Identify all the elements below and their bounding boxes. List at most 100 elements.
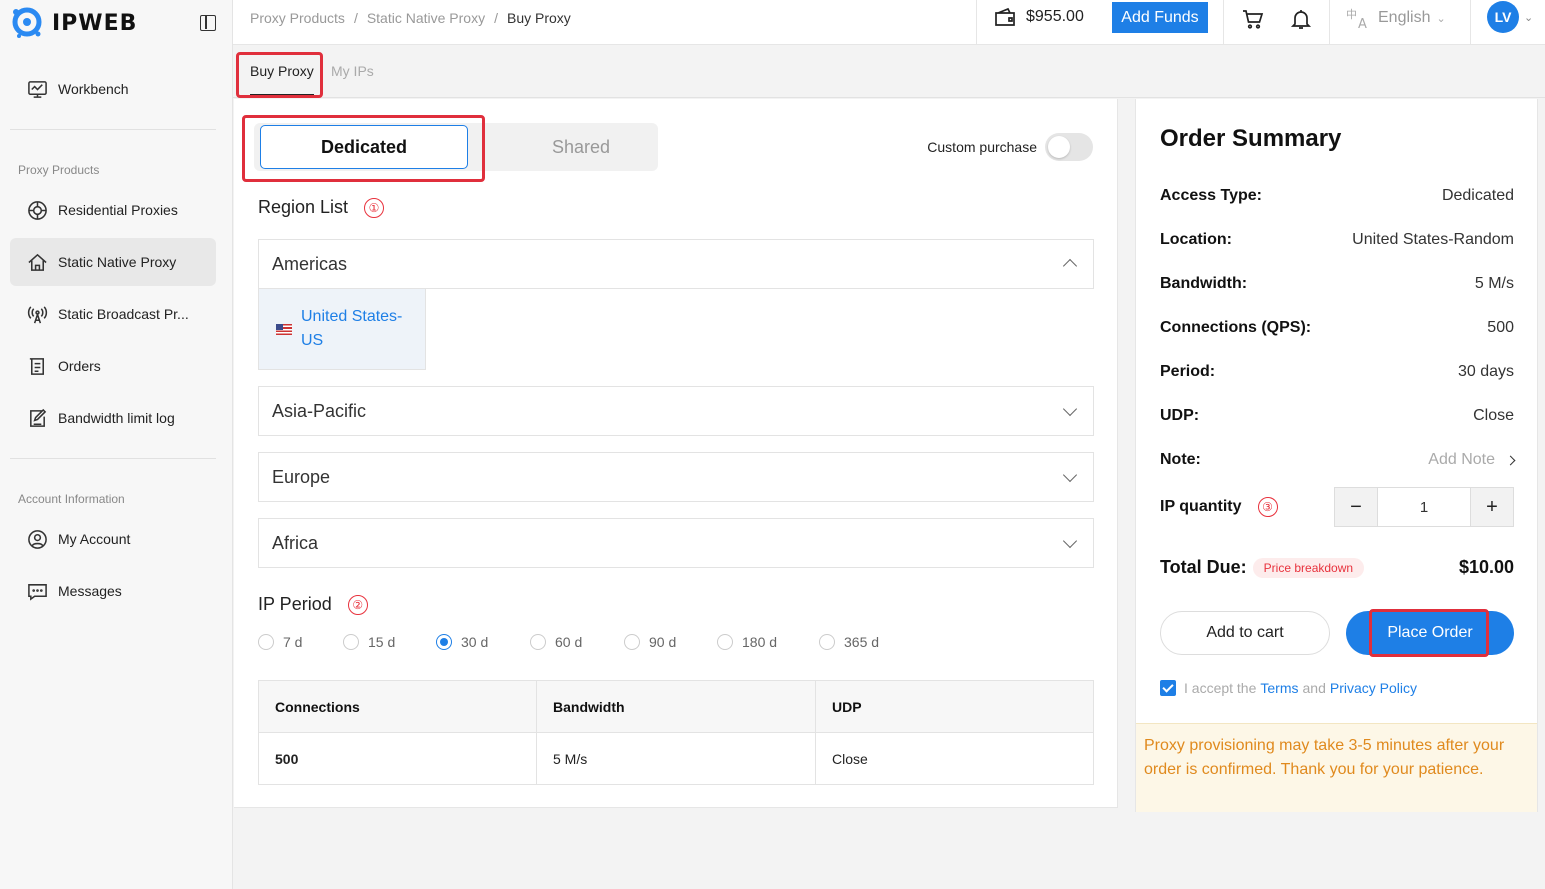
increment-button[interactable]: + <box>1471 488 1513 526</box>
breadcrumb-current: Buy Proxy <box>506 10 571 26</box>
summary-row-access-type: Access Type: Dedicated <box>1160 187 1514 205</box>
sidebar-item-static-broadcast[interactable]: Static Broadcast Pr... <box>10 290 216 338</box>
privacy-policy-link[interactable]: Privacy Policy <box>1330 680 1417 696</box>
table-header: Connections <box>258 680 537 733</box>
step-marker: ③ <box>1257 497 1278 517</box>
sidebar-item-messages[interactable]: Messages <box>10 567 216 615</box>
region-asia-pacific[interactable]: Asia-Pacific <box>258 386 1094 436</box>
summary-key: UDP: <box>1160 407 1200 424</box>
sidebar-item-workbench[interactable]: Workbench <box>10 65 216 113</box>
radio[interactable] <box>819 634 835 650</box>
summary-row-bandwidth: Bandwidth: 5 M/s <box>1160 275 1514 293</box>
sidebar-item-my-account[interactable]: My Account <box>10 515 216 563</box>
terms-checkbox[interactable] <box>1160 680 1176 696</box>
summary-key: Connections (QPS): <box>1160 319 1312 336</box>
custom-purchase-label: Custom purchase <box>927 139 1037 155</box>
access-type-segmented: Dedicated Shared <box>254 123 658 171</box>
summary-row-udp: UDP: Close <box>1160 407 1514 425</box>
breadcrumb-separator: / <box>353 10 358 26</box>
message-icon <box>26 580 48 602</box>
sidebar-item-label: Bandwidth limit log <box>58 410 175 426</box>
summary-key: Location: <box>1160 231 1232 248</box>
price-breakdown-badge[interactable]: Price breakdown <box>1252 557 1365 578</box>
add-note-link[interactable]: Add Note <box>1428 451 1516 469</box>
bell-icon[interactable] <box>1289 7 1313 31</box>
period-option-15d[interactable]: 15 d <box>343 634 395 650</box>
decrement-button[interactable]: − <box>1335 488 1377 526</box>
country-united-states[interactable]: United States-US <box>258 289 426 370</box>
tab-buy-proxy[interactable]: Buy Proxy <box>250 63 314 79</box>
radio[interactable] <box>343 634 359 650</box>
radio[interactable] <box>258 634 274 650</box>
summary-key: Bandwidth: <box>1160 275 1248 292</box>
add-funds-button[interactable]: Add Funds <box>1112 2 1208 33</box>
summary-key: Period: <box>1160 363 1216 380</box>
svg-text:中: 中 <box>1346 8 1357 21</box>
chevron-down-icon[interactable]: ⌄ <box>1524 11 1533 24</box>
section-label-proxy-products: Proxy Products <box>18 163 100 177</box>
home-icon <box>26 251 48 273</box>
chevron-down-icon <box>1062 533 1078 549</box>
region-label: Asia-Pacific <box>272 400 367 421</box>
header-divider <box>1329 0 1330 45</box>
period-option-60d[interactable]: 60 d <box>530 634 582 650</box>
sidebar-collapse-icon[interactable] <box>200 15 216 31</box>
region-list-label: Region List <box>258 197 349 217</box>
radio-selected[interactable] <box>436 634 452 650</box>
sidebar-divider <box>10 458 216 459</box>
logo[interactable]: IPWEB <box>10 6 137 40</box>
add-to-cart-button[interactable]: Add to cart <box>1160 611 1330 655</box>
period-label: 15 d <box>368 634 396 650</box>
region-americas[interactable]: Americas <box>258 239 1094 289</box>
sidebar-item-bandwidth-limit-log[interactable]: Bandwidth limit log <box>10 394 216 442</box>
sidebar-item-static-native-proxy[interactable]: Static Native Proxy <box>10 238 216 286</box>
period-label: 60 d <box>555 634 583 650</box>
custom-purchase: Custom purchase <box>927 133 1093 161</box>
region-africa[interactable]: Africa <box>258 518 1094 568</box>
quantity-value[interactable]: 1 <box>1377 488 1471 526</box>
brand-name: IPWEB <box>52 10 138 36</box>
region-europe[interactable]: Europe <box>258 452 1094 502</box>
access-type-dedicated[interactable]: Dedicated <box>260 125 468 169</box>
sidebar-item-orders[interactable]: Orders <box>10 342 216 390</box>
section-label-account-information: Account Information <box>18 492 125 506</box>
chevron-down-icon: ⌄ <box>1436 12 1446 25</box>
radio[interactable] <box>530 634 546 650</box>
avatar[interactable]: LV <box>1487 1 1519 33</box>
header-divider <box>976 0 977 45</box>
radio[interactable] <box>624 634 640 650</box>
country-label: United States-US <box>301 308 403 349</box>
sidebar-item-label: Orders <box>58 358 101 374</box>
table-header-row: Connections Bandwidth UDP <box>258 680 1094 733</box>
total-due-label-group: Total Due: Price breakdown <box>1160 557 1365 578</box>
language-label: English <box>1378 9 1431 26</box>
summary-value: 30 days <box>1457 363 1514 380</box>
summary-row-note: Note: Add Note <box>1160 451 1516 469</box>
table-cell: Close <box>815 732 1094 785</box>
table-header: Bandwidth <box>536 680 816 733</box>
period-option-90d[interactable]: 90 d <box>624 634 676 650</box>
breadcrumb-item[interactable]: Proxy Products <box>250 10 345 26</box>
sidebar-item-residential-proxies[interactable]: Residential Proxies <box>10 186 216 234</box>
access-type-shared[interactable]: Shared <box>477 125 685 169</box>
spec-table: Connections Bandwidth UDP 500 5 M/s Clos… <box>258 680 1094 785</box>
globe-icon <box>26 199 48 221</box>
region-label: Africa <box>272 532 319 553</box>
tab-my-ips[interactable]: My IPs <box>331 63 374 79</box>
summary-value: Dedicated <box>1441 187 1514 204</box>
custom-purchase-toggle[interactable] <box>1045 133 1093 161</box>
period-option-7d[interactable]: 7 d <box>258 634 302 650</box>
radio[interactable] <box>717 634 733 650</box>
period-option-30d[interactable]: 30 d <box>436 634 488 650</box>
language-selector[interactable]: 中 A English ⌄ <box>1345 6 1446 30</box>
place-order-button[interactable]: Place Order <box>1346 611 1514 655</box>
period-option-180d[interactable]: 180 d <box>717 634 777 650</box>
cart-icon[interactable] <box>1241 7 1265 31</box>
sidebar-item-label: Residential Proxies <box>58 202 178 218</box>
sidebar-item-label: My Account <box>58 531 131 547</box>
breadcrumb-item[interactable]: Static Native Proxy <box>367 10 485 26</box>
period-option-365d[interactable]: 365 d <box>819 634 879 650</box>
terms-link[interactable]: Terms <box>1260 680 1298 696</box>
period-label: 90 d <box>649 634 677 650</box>
region-label: Europe <box>272 466 331 487</box>
